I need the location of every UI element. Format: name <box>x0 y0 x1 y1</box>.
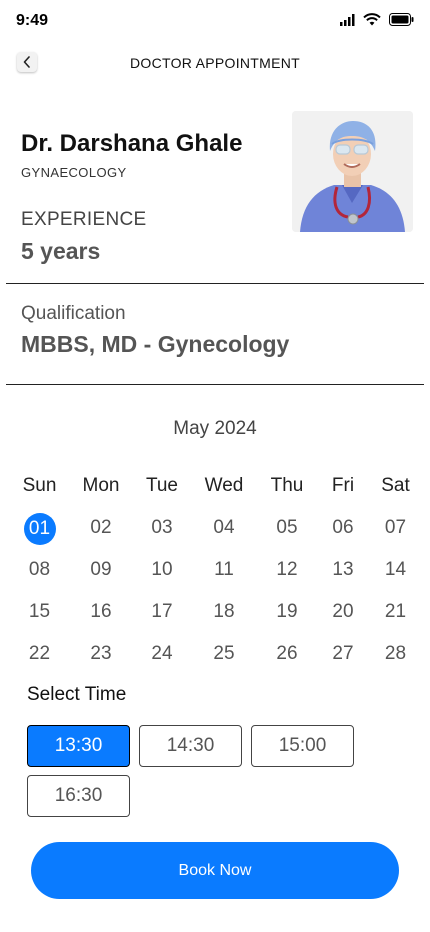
calendar-week: 22 23 24 25 26 27 28 <box>10 633 422 675</box>
day-number: 01 <box>23 513 56 545</box>
signal-icon <box>340 13 355 26</box>
experience-value: 5 years <box>21 238 101 264</box>
calendar-day[interactable]: 27 <box>317 639 369 669</box>
calendar-day[interactable]: 28 <box>369 639 422 669</box>
calendar-day[interactable]: 26 <box>257 639 317 669</box>
day-number: 06 <box>332 517 354 538</box>
calendar-day[interactable]: 09 <box>69 555 133 585</box>
calendar-day[interactable]: 17 <box>133 597 191 627</box>
day-number: 15 <box>28 601 51 622</box>
wifi-icon <box>363 13 381 26</box>
day-number: 19 <box>276 601 298 622</box>
day-number: 07 <box>384 517 407 538</box>
calendar-day[interactable]: 03 <box>133 513 191 543</box>
day-number: 21 <box>384 601 407 622</box>
day-number: 10 <box>151 559 173 580</box>
day-number: 14 <box>384 559 407 580</box>
calendar-day[interactable]: 11 <box>191 555 257 585</box>
day-number: 28 <box>384 643 407 664</box>
calendar-day[interactable]: 13 <box>317 555 369 585</box>
calendar-day[interactable]: 07 <box>369 513 422 543</box>
calendar-day[interactable]: 14 <box>369 555 422 585</box>
day-number: 27 <box>332 643 354 664</box>
divider <box>6 283 424 284</box>
battery-icon <box>389 13 414 26</box>
day-number: 16 <box>90 601 112 622</box>
time-slot[interactable]: 15:00 <box>251 725 354 767</box>
page-title: DOCTOR APPOINTMENT <box>129 55 301 71</box>
weekday-label: Mon <box>82 475 120 496</box>
weekday-label: Tue <box>145 475 179 496</box>
divider <box>6 384 424 385</box>
calendar-day[interactable]: 23 <box>69 639 133 669</box>
calendar-day[interactable]: 05 <box>257 513 317 543</box>
day-number: 11 <box>214 559 234 580</box>
calendar-week: 08 09 10 11 12 13 14 <box>10 549 422 591</box>
calendar-month: May 2024 <box>173 418 257 439</box>
calendar-day[interactable]: 04 <box>191 513 257 543</box>
status-time: 9:49 <box>16 12 49 29</box>
time-slot[interactable]: 14:30 <box>139 725 242 767</box>
weekday-label: Wed <box>204 475 244 496</box>
calendar-day[interactable]: 18 <box>191 597 257 627</box>
calendar-day[interactable]: 22 <box>10 639 69 669</box>
calendar-week: 01 02 03 04 05 06 07 <box>10 507 422 549</box>
day-number: 03 <box>151 517 173 538</box>
day-number: 25 <box>213 643 235 664</box>
day-number: 20 <box>332 601 354 622</box>
day-number: 17 <box>151 601 173 622</box>
day-number: 13 <box>332 559 354 580</box>
day-number: 05 <box>276 517 298 538</box>
calendar-day[interactable]: 16 <box>69 597 133 627</box>
day-number: 04 <box>213 517 235 538</box>
calendar-day[interactable]: 25 <box>191 639 257 669</box>
calendar-day-selected[interactable]: 01 <box>10 513 69 545</box>
weekday-label: Sat <box>381 475 410 496</box>
calendar: Sun Mon Tue Wed Thu Fri Sat 01 02 03 04 … <box>10 465 422 675</box>
calendar-day[interactable]: 10 <box>133 555 191 585</box>
day-number: 22 <box>28 643 51 664</box>
day-number: 09 <box>90 559 112 580</box>
calendar-week: 15 16 17 18 19 20 21 <box>10 591 422 633</box>
day-number: 24 <box>151 643 173 664</box>
qualification-label: Qualification <box>21 303 126 324</box>
time-slot-selected[interactable]: 13:30 <box>27 725 130 767</box>
doctor-name: Dr. Darshana Ghale <box>21 130 243 157</box>
day-number: 23 <box>90 643 112 664</box>
day-number: 18 <box>213 601 235 622</box>
weekday-label: Fri <box>331 475 355 496</box>
select-time-label: Select Time <box>27 684 127 705</box>
doctor-photo <box>292 111 413 232</box>
day-number: 08 <box>28 559 51 580</box>
day-number: 12 <box>276 559 298 580</box>
calendar-day[interactable]: 21 <box>369 597 422 627</box>
calendar-day[interactable]: 19 <box>257 597 317 627</box>
time-slot[interactable]: 16:30 <box>27 775 130 817</box>
qualification-value: MBBS, MD - Gynecology <box>21 331 290 357</box>
weekday-label: Thu <box>270 475 304 496</box>
day-number: 02 <box>90 517 112 538</box>
calendar-day[interactable]: 24 <box>133 639 191 669</box>
calendar-day[interactable]: 08 <box>10 555 69 585</box>
book-now-button[interactable]: Book Now <box>31 842 399 899</box>
status-icons <box>339 13 414 26</box>
weekday-label: Sun <box>22 475 57 496</box>
calendar-day[interactable]: 06 <box>317 513 369 543</box>
day-number: 26 <box>276 643 298 664</box>
calendar-day[interactable]: 20 <box>317 597 369 627</box>
calendar-day[interactable]: 02 <box>69 513 133 543</box>
calendar-weekday-row: Sun Mon Tue Wed Thu Fri Sat <box>10 465 422 507</box>
time-slot-grid: 13:30 14:30 15:00 16:30 <box>27 725 367 817</box>
calendar-day[interactable]: 12 <box>257 555 317 585</box>
doctor-specialty: GYNAECOLOGY <box>21 165 127 180</box>
calendar-day[interactable]: 15 <box>10 597 69 627</box>
experience-label: EXPERIENCE <box>21 209 147 230</box>
